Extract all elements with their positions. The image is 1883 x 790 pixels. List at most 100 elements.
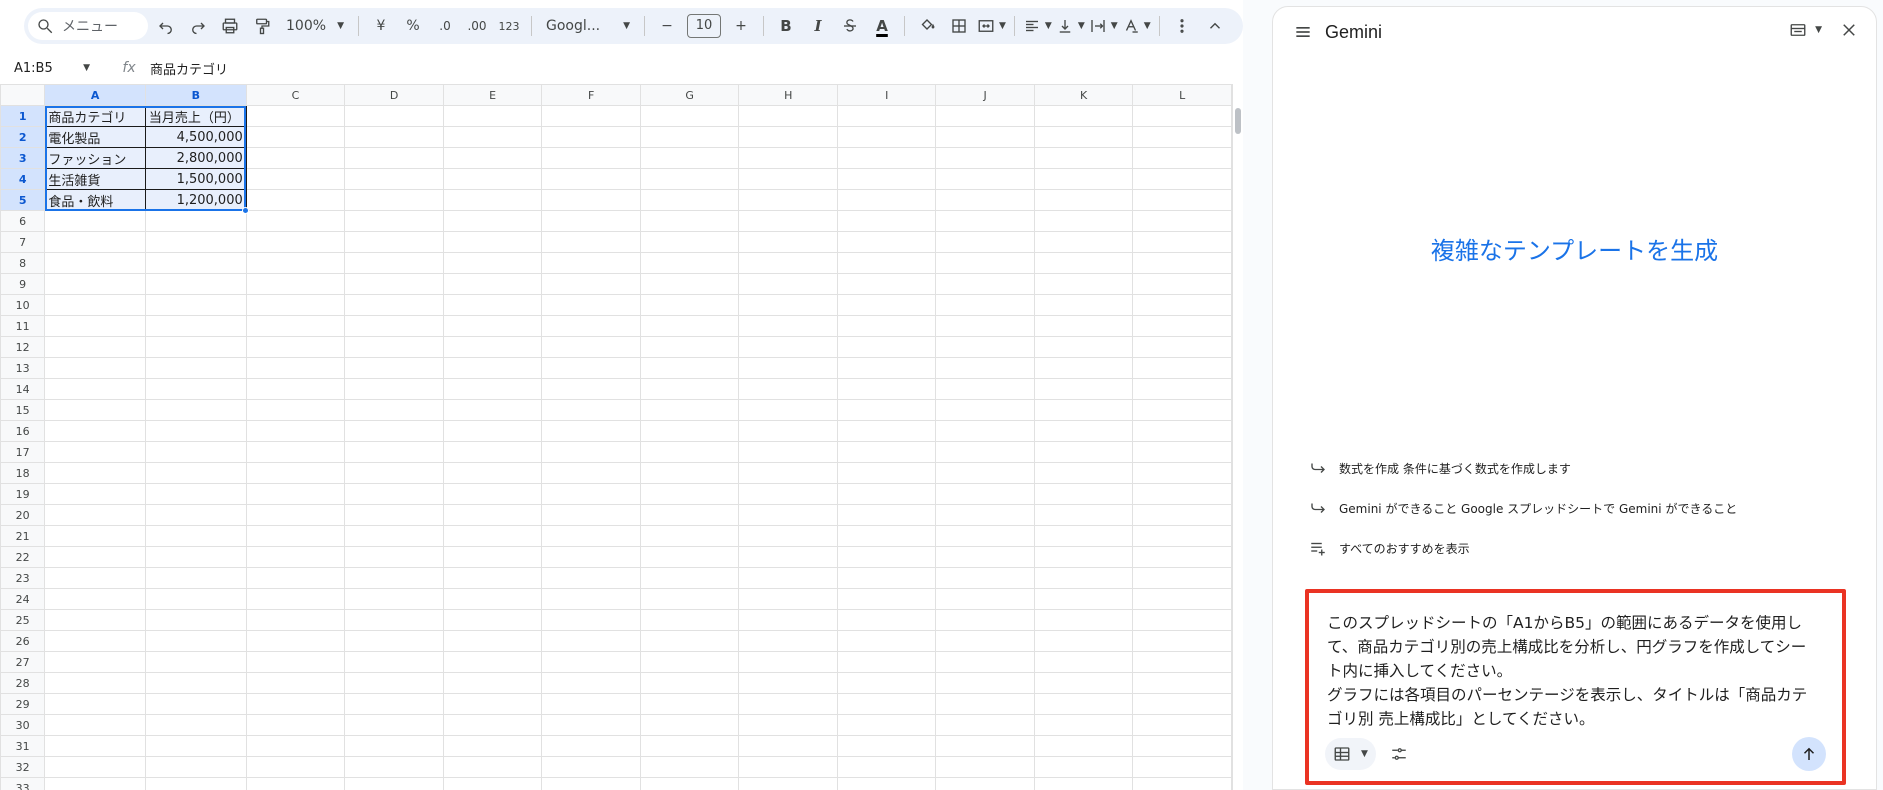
font-size-decrease-button[interactable]: − — [653, 12, 681, 40]
cell[interactable] — [935, 630, 1035, 652]
cell[interactable] — [1033, 147, 1134, 169]
cell[interactable] — [738, 441, 839, 463]
column-header[interactable]: A — [44, 84, 146, 106]
cell[interactable] — [541, 588, 641, 610]
menu-icon[interactable] — [1293, 22, 1313, 42]
cell[interactable] — [245, 630, 346, 652]
cell[interactable] — [541, 756, 641, 778]
cell[interactable] — [935, 777, 1035, 790]
cell[interactable] — [144, 315, 247, 337]
row-header[interactable]: 25 — [0, 609, 46, 631]
cell[interactable] — [442, 504, 543, 526]
cell[interactable] — [738, 189, 839, 211]
cell[interactable] — [1033, 735, 1134, 757]
column-header[interactable]: F — [541, 84, 641, 106]
column-header[interactable]: J — [935, 84, 1035, 106]
cell[interactable] — [44, 273, 146, 295]
cell[interactable] — [738, 483, 839, 505]
cell[interactable] — [1132, 462, 1232, 484]
cell[interactable] — [639, 462, 740, 484]
cell[interactable] — [541, 420, 641, 442]
cell[interactable] — [639, 672, 740, 694]
cell[interactable] — [1132, 168, 1232, 190]
cell[interactable] — [738, 357, 839, 379]
row-header[interactable]: 12 — [0, 336, 46, 358]
cell[interactable] — [1033, 126, 1134, 148]
formula-input[interactable]: 商品カテゴリ — [150, 59, 228, 78]
cell[interactable] — [44, 336, 146, 358]
cell[interactable] — [1033, 777, 1134, 790]
cell[interactable] — [935, 399, 1035, 421]
cell[interactable] — [639, 588, 740, 610]
cell[interactable] — [344, 525, 444, 547]
cell[interactable] — [245, 231, 346, 253]
close-icon[interactable] — [1840, 21, 1858, 39]
cell[interactable] — [442, 168, 543, 190]
cell[interactable] — [442, 630, 543, 652]
cell[interactable] — [639, 567, 740, 589]
cell[interactable] — [1033, 672, 1134, 694]
percent-button[interactable]: % — [399, 12, 427, 40]
cell[interactable] — [541, 777, 641, 790]
cell[interactable] — [738, 336, 839, 358]
cell[interactable] — [738, 567, 839, 589]
cell[interactable] — [935, 105, 1035, 127]
row-header[interactable]: 1 — [0, 105, 46, 127]
cell[interactable] — [1132, 210, 1232, 232]
cell[interactable] — [541, 378, 641, 400]
cell[interactable] — [738, 315, 839, 337]
cell[interactable] — [344, 210, 444, 232]
cell[interactable] — [44, 756, 146, 778]
row-header[interactable]: 13 — [0, 357, 46, 379]
cell[interactable] — [541, 147, 641, 169]
cell[interactable]: 生活雑貨 — [44, 168, 146, 190]
cell[interactable] — [837, 294, 937, 316]
cell[interactable] — [1033, 504, 1134, 526]
cell[interactable] — [1132, 105, 1232, 127]
cell[interactable] — [541, 126, 641, 148]
cell[interactable] — [44, 378, 146, 400]
cell[interactable] — [344, 462, 444, 484]
cell[interactable] — [1132, 273, 1232, 295]
cell[interactable] — [442, 441, 543, 463]
cell[interactable] — [639, 210, 740, 232]
cell[interactable] — [837, 126, 937, 148]
cell[interactable] — [738, 735, 839, 757]
cell[interactable] — [1132, 357, 1232, 379]
cell[interactable] — [245, 420, 346, 442]
cell[interactable] — [639, 357, 740, 379]
gemini-hero-suggestion[interactable]: 複雑なテンプレートを生成 — [1273, 231, 1876, 266]
cell[interactable] — [44, 588, 146, 610]
insert-table-button[interactable]: ▼ — [1325, 738, 1376, 770]
cell[interactable] — [144, 756, 247, 778]
column-header[interactable]: K — [1033, 84, 1134, 106]
cell[interactable] — [44, 462, 146, 484]
cell[interactable] — [1033, 399, 1134, 421]
cell[interactable] — [442, 483, 543, 505]
cell[interactable] — [935, 357, 1035, 379]
cell[interactable] — [837, 588, 937, 610]
cell[interactable] — [935, 294, 1035, 316]
suggestion-item-capabilities[interactable]: Gemini ができること Google スプレッドシートで Gemini がで… — [1309, 499, 1737, 517]
cell[interactable] — [541, 546, 641, 568]
cell[interactable] — [44, 210, 146, 232]
cell[interactable] — [935, 147, 1035, 169]
suggestion-item-show-all[interactable]: すべてのおすすめを表示 — [1309, 539, 1470, 557]
cell[interactable] — [738, 294, 839, 316]
cell[interactable] — [639, 546, 740, 568]
row-header[interactable]: 27 — [0, 651, 46, 673]
cell[interactable] — [44, 231, 146, 253]
print-button[interactable] — [216, 12, 244, 40]
cell[interactable] — [442, 420, 543, 442]
cell[interactable] — [442, 651, 543, 673]
cell[interactable] — [245, 168, 346, 190]
cell[interactable] — [44, 441, 146, 463]
cell[interactable] — [44, 714, 146, 736]
redo-button[interactable] — [184, 12, 212, 40]
row-header[interactable]: 23 — [0, 567, 46, 589]
cell[interactable] — [935, 693, 1035, 715]
row-header[interactable]: 24 — [0, 588, 46, 610]
cell[interactable] — [1132, 609, 1232, 631]
row-header[interactable]: 14 — [0, 378, 46, 400]
cell[interactable] — [1132, 483, 1232, 505]
